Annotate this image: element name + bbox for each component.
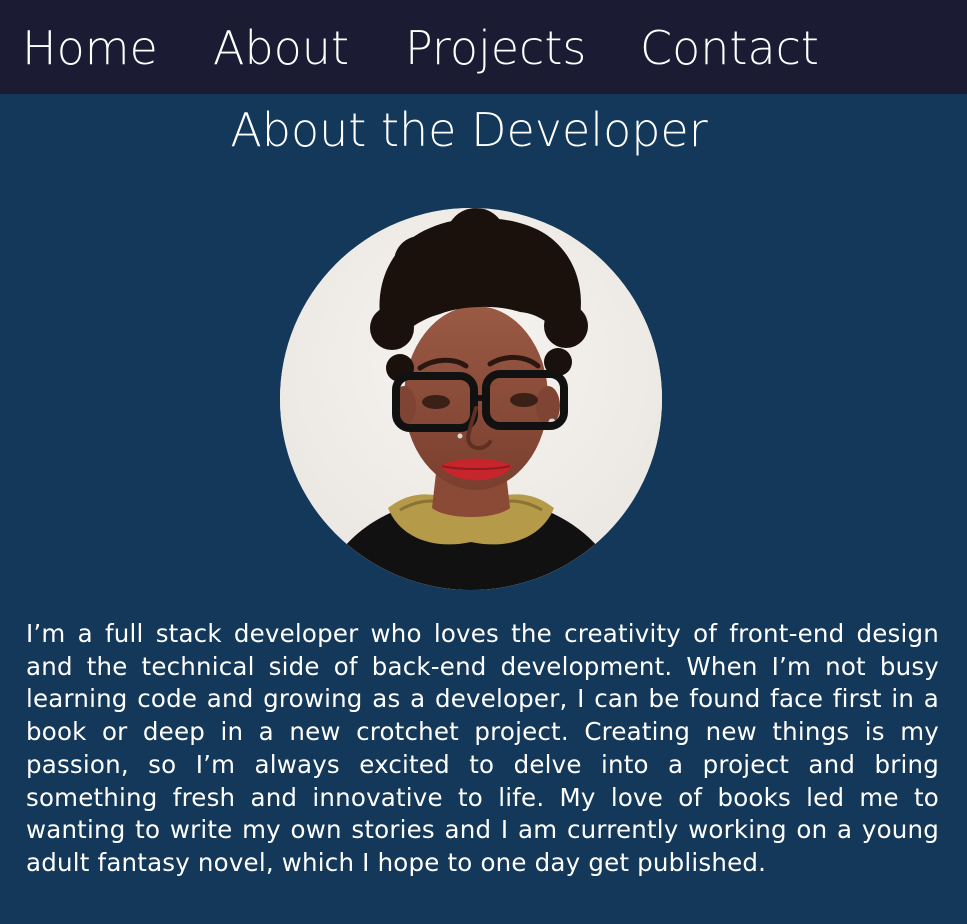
nav-about-link[interactable]: About	[213, 16, 349, 80]
developer-avatar	[280, 208, 662, 590]
nav-home-link[interactable]: Home	[22, 16, 158, 80]
nav-projects-link[interactable]: Projects	[405, 16, 586, 80]
top-nav: Home About Projects Contact	[0, 0, 967, 94]
page-title: About the Developer	[230, 103, 708, 157]
portrait-photo-icon	[280, 208, 662, 590]
developer-bio: I’m a full stack developer who loves the…	[26, 619, 939, 877]
nav-contact-link[interactable]: Contact	[640, 16, 819, 80]
